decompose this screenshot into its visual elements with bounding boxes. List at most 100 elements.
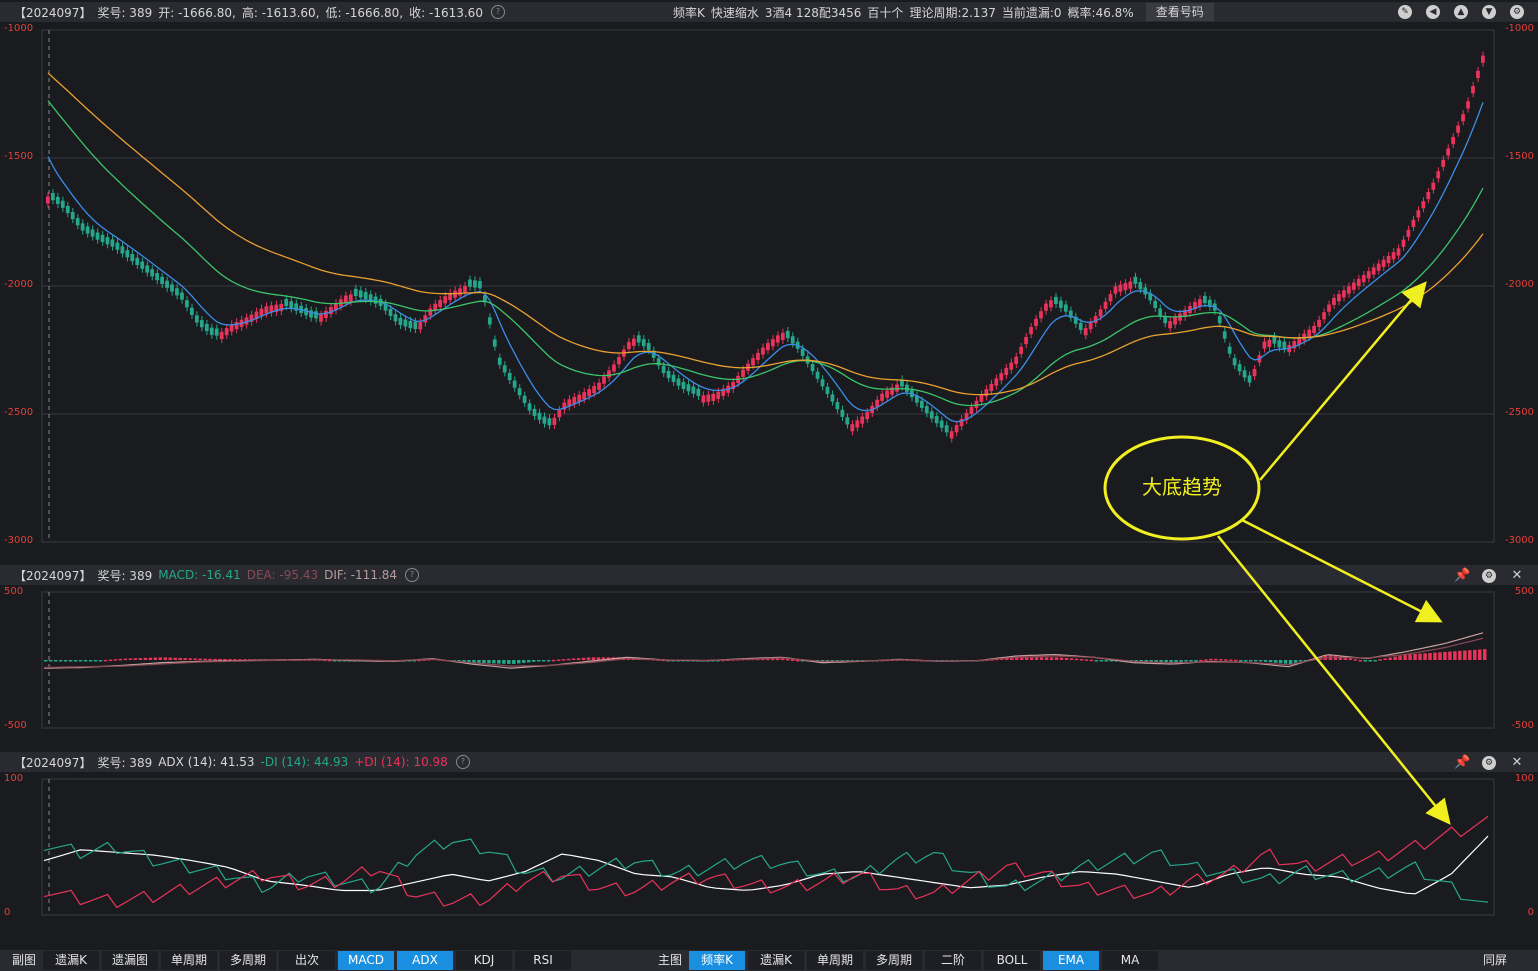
- macd-bar: [118, 658, 123, 661]
- candle: [95, 232, 100, 240]
- candle: [1386, 255, 1391, 264]
- toolbar-button[interactable]: RSI: [515, 951, 572, 970]
- toolbar-button[interactable]: BOLL: [984, 951, 1041, 970]
- macd-bar: [168, 657, 172, 660]
- toolbar-button[interactable]: 遗漏K: [43, 951, 100, 970]
- high-value: 高: -1613.60,: [241, 5, 320, 20]
- macd-bar: [522, 660, 526, 663]
- candle: [219, 331, 224, 340]
- same-screen-button[interactable]: 同屏: [1479, 951, 1511, 970]
- candle: [343, 295, 348, 303]
- candle: [696, 388, 701, 396]
- macd-bar: [551, 659, 556, 662]
- candle: [50, 193, 55, 201]
- candle: [761, 347, 765, 355]
- candle: [289, 301, 294, 309]
- close-icon[interactable]: ✕: [1510, 568, 1524, 583]
- toolbar-button[interactable]: MA: [1102, 951, 1159, 970]
- adx-axis-label: 100: [1514, 773, 1534, 784]
- candle: [1133, 276, 1138, 284]
- candle: [1247, 375, 1252, 383]
- settings-icon[interactable]: ⚙: [1510, 5, 1524, 19]
- toolbar-button[interactable]: 频率K: [689, 951, 746, 970]
- candle: [994, 378, 999, 386]
- candle: [75, 218, 80, 226]
- macd-chart[interactable]: [0, 586, 1538, 746]
- question-icon[interactable]: ?: [455, 755, 470, 769]
- toolbar-button[interactable]: 遗漏K: [748, 951, 805, 970]
- down-icon[interactable]: ▼: [1482, 5, 1496, 19]
- candle: [785, 330, 790, 339]
- candle: [329, 306, 333, 315]
- macd-bar: [143, 657, 148, 660]
- main-header-controls: ✎ ◀ ▲ ▼ ⚙: [1398, 5, 1530, 19]
- candle: [1123, 283, 1128, 291]
- toolbar-button[interactable]: ADX: [397, 951, 454, 970]
- candle: [155, 273, 160, 281]
- toolbar-button[interactable]: 单周期: [161, 951, 218, 970]
- candle: [1128, 281, 1133, 289]
- candle: [954, 425, 959, 433]
- candle: [602, 376, 606, 384]
- settings-icon[interactable]: ⚙: [1482, 568, 1496, 583]
- candle: [1063, 304, 1068, 312]
- low-value: 低: -1666.80,: [325, 5, 404, 20]
- question-icon[interactable]: ?: [405, 568, 420, 582]
- pin-icon[interactable]: 📌: [1454, 568, 1470, 583]
- up-icon[interactable]: ▲: [1454, 5, 1468, 19]
- candle: [612, 364, 616, 372]
- close-icon[interactable]: ✕: [1510, 755, 1524, 770]
- toolbar-button[interactable]: MACD: [338, 951, 395, 970]
- macd-bar: [477, 660, 481, 663]
- adx-value: ADX (14): 41.53: [158, 755, 255, 769]
- toolbar-button[interactable]: 单周期: [807, 951, 864, 970]
- candle: [1481, 55, 1485, 63]
- toolbar-button[interactable]: 多周期: [220, 951, 277, 970]
- candle: [820, 379, 825, 387]
- toolbar-button[interactable]: 多周期: [866, 951, 923, 970]
- candle: [825, 386, 830, 395]
- toolbar-button[interactable]: KDJ: [456, 951, 513, 970]
- candle: [408, 320, 413, 329]
- look-numbers-button[interactable]: 查看号码: [1145, 3, 1214, 21]
- macd-bar: [1239, 660, 1243, 662]
- macd-bar: [775, 658, 780, 661]
- candle: [1436, 171, 1441, 179]
- macd-bar: [78, 660, 83, 662]
- macd-bar: [1253, 660, 1258, 662]
- edit-icon[interactable]: ✎: [1398, 5, 1412, 19]
- adx-chart[interactable]: [0, 773, 1538, 949]
- macd-bar: [1244, 660, 1248, 662]
- toolbar-button[interactable]: 出次: [279, 951, 336, 970]
- macd-bar: [178, 657, 182, 660]
- toolbar-button[interactable]: 遗漏图: [102, 951, 159, 970]
- candle: [835, 402, 840, 410]
- macd-bar: [188, 658, 192, 660]
- candlestick-chart[interactable]: [0, 22, 1538, 562]
- candle: [547, 418, 552, 426]
- mode-label: 频率K: [673, 5, 705, 20]
- miss-label: 当前遗漏:0: [1001, 5, 1062, 20]
- candle: [770, 339, 775, 347]
- macd-bar: [795, 659, 800, 662]
- candle: [1381, 259, 1386, 267]
- candle: [800, 348, 805, 356]
- candle: [363, 291, 368, 300]
- candle: [1426, 191, 1431, 200]
- candle: [1227, 346, 1232, 354]
- toolbar-button[interactable]: EMA: [1043, 951, 1100, 970]
- candle: [170, 284, 174, 292]
- settings-icon[interactable]: ⚙: [1482, 755, 1496, 770]
- candle: [751, 358, 755, 366]
- candle: [224, 328, 229, 336]
- toolbar-button[interactable]: 二阶: [925, 951, 982, 970]
- macd-bar: [1298, 660, 1303, 662]
- back-icon[interactable]: ◀: [1426, 5, 1440, 19]
- question-icon[interactable]: ?: [490, 5, 505, 19]
- candle: [512, 380, 517, 388]
- macd-bar: [1024, 657, 1029, 660]
- pin-icon[interactable]: 📌: [1454, 755, 1470, 770]
- candle: [80, 223, 85, 231]
- candle: [458, 288, 462, 296]
- macd-bar: [58, 660, 63, 662]
